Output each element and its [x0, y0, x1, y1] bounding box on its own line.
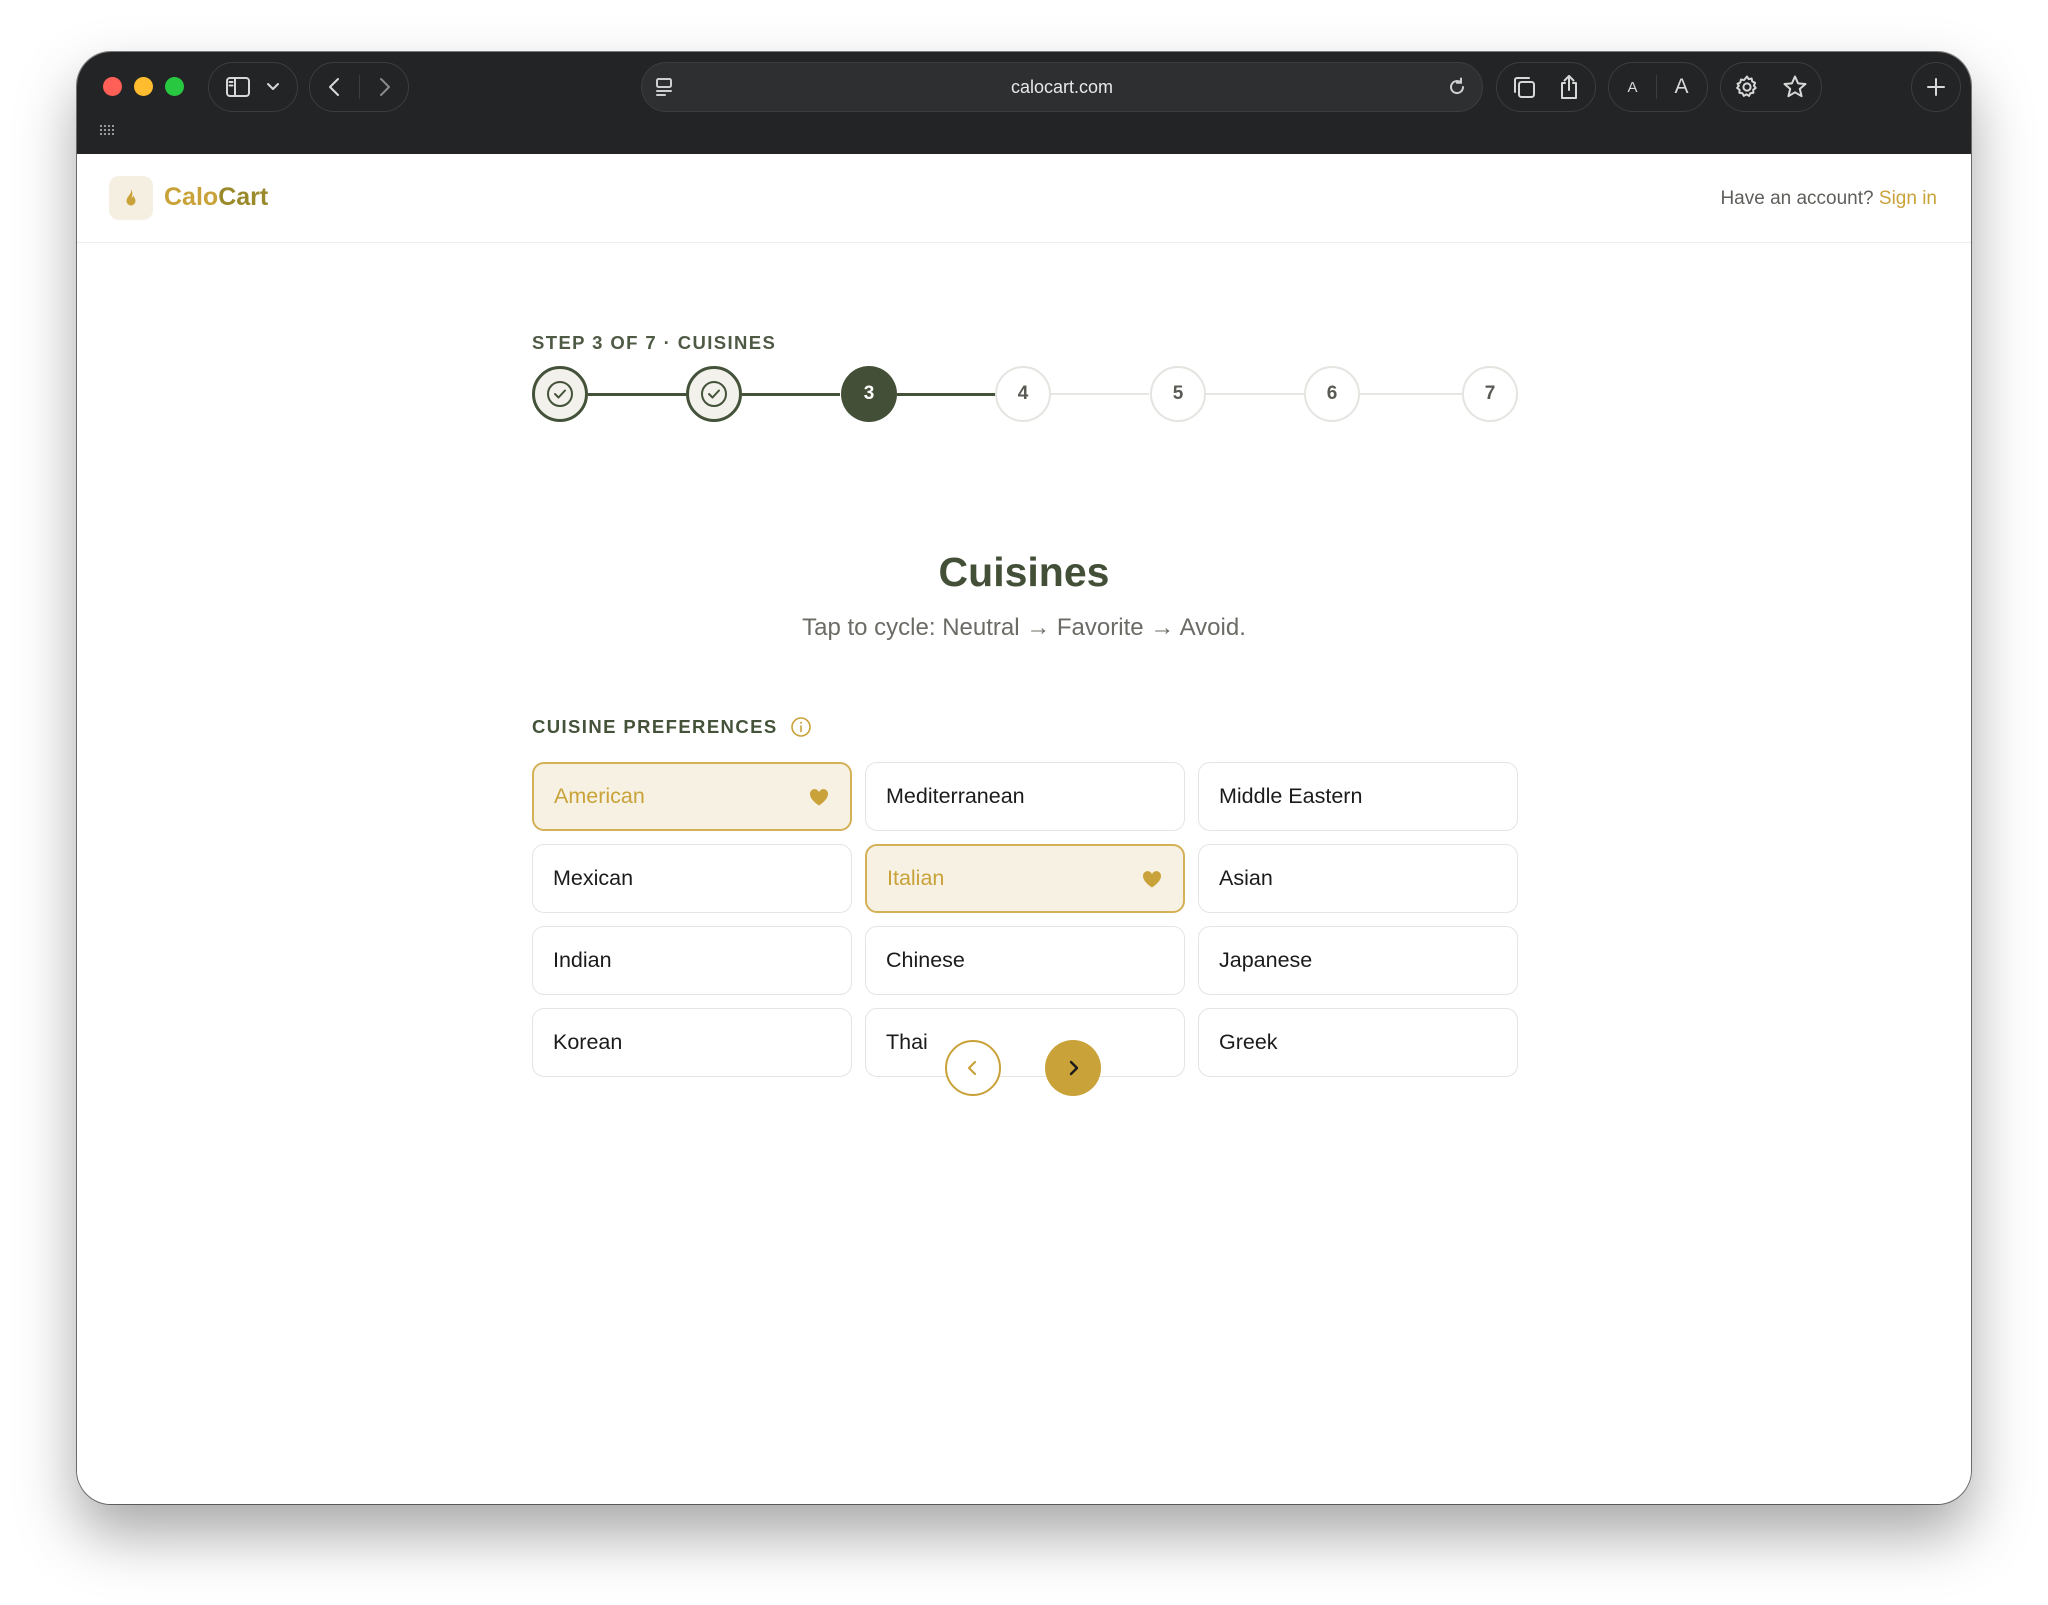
tabs-overview-icon [1514, 77, 1535, 98]
cuisine-option-middle-eastern[interactable]: Middle Eastern [1198, 762, 1518, 831]
sidebar-toggle-button[interactable] [208, 62, 298, 112]
heart-icon [809, 788, 829, 805]
step-connector [897, 393, 995, 396]
address-bar[interactable]: calocart.com [641, 62, 1483, 112]
step-connector [1360, 393, 1462, 395]
zoom-window-button[interactable] [165, 77, 184, 96]
step-3-current[interactable]: 3 [841, 366, 897, 422]
step-7[interactable]: 7 [1462, 366, 1518, 422]
flame-icon [126, 189, 136, 206]
section-heading: CUISINE PREFERENCES [532, 716, 812, 738]
window-controls [103, 77, 184, 96]
bookmark-button[interactable] [1782, 74, 1808, 100]
cuisine-option-label: Thai [886, 1030, 928, 1054]
step-progress-label: STEP 3 OF 7 · CUISINES [532, 332, 777, 353]
check-circle-icon [547, 381, 573, 407]
next-step-button[interactable] [1045, 1040, 1101, 1096]
section-heading-text: CUISINE PREFERENCES [532, 716, 778, 737]
cuisine-option-chinese[interactable]: Chinese [865, 926, 1185, 995]
forward-button[interactable] [374, 76, 394, 98]
settings-button[interactable] [1734, 74, 1760, 100]
step-6[interactable]: 6 [1304, 366, 1360, 422]
browser-window: calocart.com A A CaloCart Have an accoun… [77, 52, 1971, 1504]
cuisine-option-mediterranean[interactable]: Mediterranean [865, 762, 1185, 831]
step-4[interactable]: 4 [995, 366, 1051, 422]
cuisine-option-label: Mediterranean [886, 784, 1025, 808]
step-connector [588, 393, 686, 396]
account-prompt: Have an account? Sign in [1720, 188, 1937, 210]
tab-actions-group [1496, 62, 1596, 112]
previous-step-button[interactable] [945, 1040, 1001, 1096]
info-icon[interactable] [790, 716, 812, 738]
cuisine-option-greek[interactable]: Greek [1198, 1008, 1518, 1077]
cuisine-option-italian[interactable]: Italian [865, 844, 1185, 913]
tab-overview-button[interactable] [1511, 74, 1537, 100]
wizard-navigation [945, 1040, 1101, 1096]
chevron-right-icon [1069, 1060, 1079, 1076]
top-nav: CaloCart Have an account? Sign in [77, 154, 1971, 243]
step-connector [1051, 393, 1149, 395]
new-tab-button[interactable] [1911, 62, 1961, 112]
check-circle-icon [701, 381, 727, 407]
sidebar-icon [226, 77, 250, 97]
cuisine-option-korean[interactable]: Korean [532, 1008, 852, 1077]
reload-icon[interactable] [1446, 76, 1468, 98]
cuisine-option-label: Korean [553, 1030, 623, 1054]
cuisine-option-label: Greek [1219, 1030, 1278, 1054]
plus-icon [1927, 78, 1945, 96]
brand-name-part2: Cart [218, 183, 269, 211]
decrease-text-size-button[interactable]: A [1627, 79, 1637, 96]
close-window-button[interactable] [103, 77, 122, 96]
brand-logo-text[interactable]: CaloCart [164, 183, 268, 212]
page-tools-group [1720, 62, 1822, 112]
url-text[interactable]: calocart.com [642, 77, 1482, 98]
minimize-window-button[interactable] [134, 77, 153, 96]
cuisine-option-label: American [554, 784, 645, 808]
tab-grid-icon[interactable] [99, 124, 117, 136]
gear-icon [1736, 75, 1757, 97]
cuisine-option-label: Japanese [1219, 948, 1313, 972]
sign-in-link[interactable]: Sign in [1879, 188, 1937, 209]
step-connector [742, 393, 840, 396]
step-5[interactable]: 5 [1150, 366, 1206, 422]
chevron-left-icon [328, 78, 339, 96]
browser-toolbar: calocart.com A A [77, 52, 1971, 154]
increase-text-size-button[interactable]: A [1675, 75, 1689, 99]
divider [1655, 75, 1657, 99]
cuisine-grid: American Mediterranean Middle Eastern Mexic… [532, 762, 1518, 1077]
cuisine-option-indian[interactable]: Indian [532, 926, 852, 995]
share-button[interactable] [1557, 74, 1581, 100]
cuisine-option-label: Italian [887, 866, 945, 890]
step-2-completed[interactable] [686, 366, 742, 422]
cuisine-option-label: Chinese [886, 948, 965, 972]
chevron-left-icon [967, 1060, 977, 1076]
chevron-down-icon [267, 83, 279, 90]
share-icon [1561, 75, 1577, 99]
divider [358, 75, 360, 99]
back-button[interactable] [325, 76, 345, 98]
cuisine-option-mexican[interactable]: Mexican [532, 844, 852, 913]
cuisine-option-label: Asian [1219, 866, 1273, 890]
cuisine-option-american[interactable]: American [532, 762, 852, 831]
star-icon [1783, 75, 1807, 98]
text-size-group: A A [1608, 62, 1708, 112]
heart-icon [1142, 870, 1162, 887]
chevron-right-icon [379, 78, 390, 96]
history-nav-group [309, 62, 409, 112]
cuisine-option-asian[interactable]: Asian [1198, 844, 1518, 913]
account-prompt-text: Have an account? [1720, 188, 1874, 209]
cuisine-option-label: Indian [553, 948, 612, 972]
step-progress: 3 4 5 6 7 [532, 366, 1518, 422]
cuisine-option-label: Mexican [553, 866, 634, 890]
step-1-completed[interactable] [532, 366, 588, 422]
brand-name-part1: Calo [164, 183, 219, 211]
page-subtitle: Tap to cycle: Neutral → Favorite → Avoid… [802, 614, 1246, 641]
page-title: Cuisines [938, 549, 1110, 595]
logo-badge[interactable] [109, 176, 153, 220]
step-connector [1206, 393, 1304, 395]
cuisine-option-japanese[interactable]: Japanese [1198, 926, 1518, 995]
cuisine-option-label: Middle Eastern [1219, 784, 1363, 808]
